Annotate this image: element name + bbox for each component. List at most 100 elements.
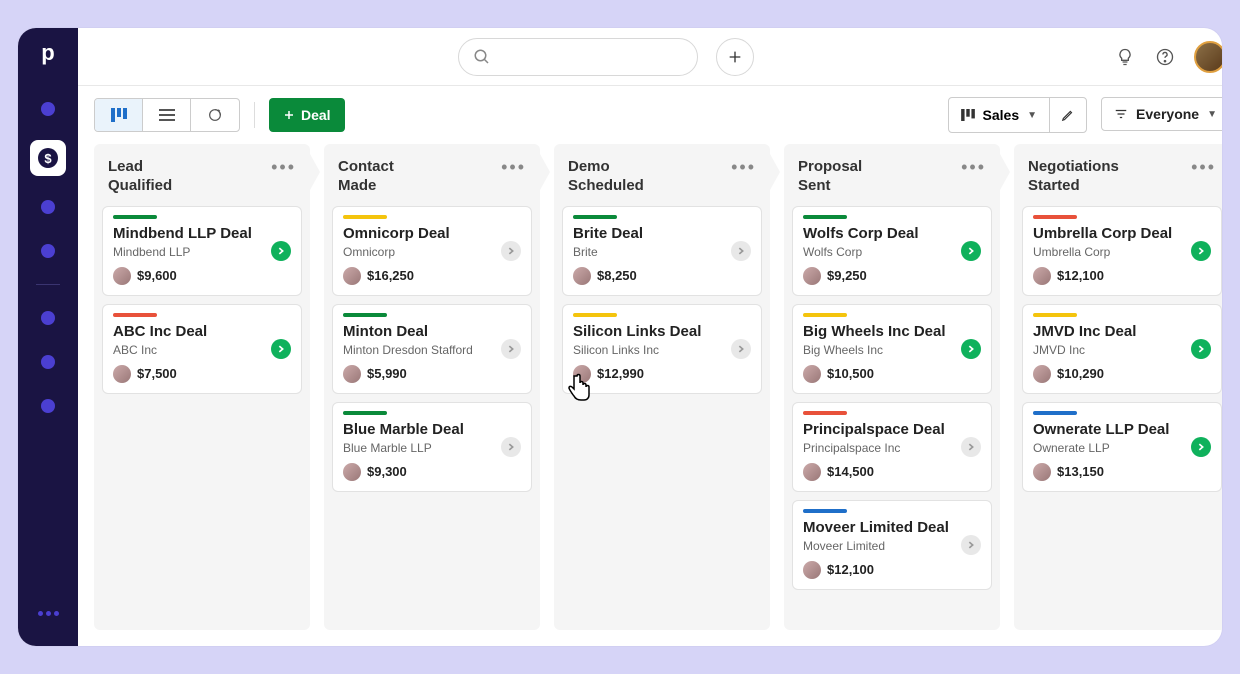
deal-card[interactable]: Minton DealMinton Dresdon Stafford$5,990 — [332, 304, 532, 394]
edit-pipeline-button[interactable] — [1050, 98, 1086, 132]
nav-item-deals[interactable]: $ — [30, 140, 66, 176]
nav-item-3[interactable] — [41, 200, 55, 214]
kanban-column: LeadQualified•••Mindbend LLP DealMindben… — [94, 144, 310, 630]
user-avatar[interactable] — [1194, 41, 1222, 73]
column-menu-button[interactable]: ••• — [731, 158, 756, 176]
card-footer: $12,100 — [803, 561, 981, 579]
card-next-icon[interactable] — [501, 241, 521, 261]
chevron-down-icon: ▼ — [1207, 109, 1217, 120]
card-title: ABC Inc Deal — [113, 323, 291, 341]
card-title: Ownerate LLP Deal — [1033, 421, 1211, 439]
search-input[interactable] — [458, 38, 698, 76]
card-next-icon[interactable] — [501, 339, 521, 359]
column-menu-button[interactable]: ••• — [961, 158, 986, 176]
deal-card[interactable]: Moveer Limited DealMoveer Limited$12,100 — [792, 500, 992, 590]
new-deal-button[interactable]: Deal — [269, 98, 345, 132]
list-view-button[interactable] — [143, 99, 191, 131]
deal-card[interactable]: Umbrella Corp DealUmbrella Corp$12,100 — [1022, 206, 1222, 296]
column-menu-button[interactable]: ••• — [501, 158, 526, 176]
toolbar-divider — [254, 102, 255, 128]
card-title: Wolfs Corp Deal — [803, 225, 981, 243]
deal-card[interactable]: Omnicorp DealOmnicorp$16,250 — [332, 206, 532, 296]
deal-card[interactable]: Brite DealBrite$8,250 — [562, 206, 762, 296]
column-menu-button[interactable]: ••• — [271, 158, 296, 176]
card-org: Ownerate LLP — [1033, 441, 1183, 455]
card-go-icon[interactable] — [961, 241, 981, 261]
nav-item-4[interactable] — [41, 244, 55, 258]
sidebar-separator — [36, 284, 60, 285]
deal-card[interactable]: Wolfs Corp DealWolfs Corp$9,250 — [792, 206, 992, 296]
card-org: Minton Dresdon Stafford — [343, 343, 493, 357]
list-icon — [159, 108, 175, 122]
filter-label: Everyone — [1136, 106, 1199, 122]
card-org: Principalspace Inc — [803, 441, 953, 455]
card-org: ABC Inc — [113, 343, 263, 357]
deal-card[interactable]: Silicon Links DealSilicon Links Inc$12,9… — [562, 304, 762, 394]
nav-item-7[interactable] — [41, 399, 55, 413]
card-go-icon[interactable] — [271, 241, 291, 261]
dollar-icon: $ — [38, 148, 58, 168]
deal-card[interactable]: Big Wheels Inc DealBig Wheels Inc$10,500 — [792, 304, 992, 394]
card-go-icon[interactable] — [1191, 437, 1211, 457]
card-footer: $8,250 — [573, 267, 751, 285]
column-menu-button[interactable]: ••• — [1191, 158, 1216, 176]
deal-card[interactable]: JMVD Inc DealJMVD Inc$10,290 — [1022, 304, 1222, 394]
column-header: DemoScheduled••• — [554, 144, 770, 206]
forecast-view-button[interactable] — [191, 99, 239, 131]
lightbulb-icon[interactable] — [1114, 46, 1136, 68]
owner-avatar — [1033, 267, 1051, 285]
toolbar-right: Sales ▼ Everyone ▼ — [948, 97, 1222, 133]
column-header: ContactMade••• — [324, 144, 540, 206]
column-title: ProposalSent — [798, 158, 862, 196]
card-org: Mindbend LLP — [113, 245, 263, 259]
column-cards: Umbrella Corp DealUmbrella Corp$12,100JM… — [1014, 206, 1222, 500]
search-area — [458, 38, 754, 76]
deal-card[interactable]: ABC Inc DealABC Inc$7,500 — [102, 304, 302, 394]
deal-card[interactable]: Principalspace DealPrincipalspace Inc$14… — [792, 402, 992, 492]
filter-selector[interactable]: Everyone ▼ — [1101, 97, 1222, 131]
nav-item-1[interactable] — [41, 102, 55, 116]
card-stripe — [343, 215, 387, 219]
kanban-view-button[interactable] — [95, 99, 143, 131]
card-stripe — [1033, 313, 1077, 317]
card-go-icon[interactable] — [1191, 241, 1211, 261]
toolbar: Deal Sales ▼ Everyone ▼ — [78, 86, 1222, 144]
card-go-icon[interactable] — [961, 339, 981, 359]
card-next-icon[interactable] — [961, 535, 981, 555]
app-window: p $ — [18, 28, 1222, 646]
deal-card[interactable]: Mindbend LLP DealMindbend LLP$9,600 — [102, 206, 302, 296]
card-next-icon[interactable] — [731, 241, 751, 261]
kanban-column: NegotiationsStarted ••• Umbrella Corp Deal… — [1014, 144, 1222, 630]
card-next-icon[interactable] — [501, 437, 521, 457]
nav-item-5[interactable] — [41, 311, 55, 325]
topbar — [78, 28, 1222, 86]
help-icon[interactable] — [1154, 46, 1176, 68]
deal-card[interactable]: Ownerate LLP Deal Ownerate LLP $13,150 — [1022, 402, 1222, 492]
card-go-icon[interactable] — [1191, 339, 1211, 359]
column-title: NegotiationsStarted — [1028, 158, 1119, 196]
card-amount: $13,150 — [1057, 464, 1104, 479]
card-next-icon[interactable] — [961, 437, 981, 457]
card-go-icon[interactable] — [271, 339, 291, 359]
topbar-right — [1114, 41, 1222, 73]
pipeline-selector[interactable]: Sales ▼ — [948, 97, 1088, 133]
card-next-icon[interactable] — [731, 339, 751, 359]
card-amount: $14,500 — [827, 464, 874, 479]
card-stripe — [343, 411, 387, 415]
add-button[interactable] — [716, 38, 754, 76]
column-cards: Brite DealBrite$8,250Silicon Links DealS… — [554, 206, 770, 402]
card-amount: $9,600 — [137, 268, 177, 283]
nav-more-icon[interactable] — [38, 611, 59, 616]
main-area: Deal Sales ▼ Everyone ▼ — [78, 28, 1222, 646]
kanban-icon — [111, 108, 127, 122]
plus-icon — [283, 109, 295, 121]
deal-card[interactable]: Blue Marble DealBlue Marble LLP$9,300 — [332, 402, 532, 492]
column-header: ProposalSent ••• — [784, 144, 1000, 206]
card-title: Silicon Links Deal — [573, 323, 751, 341]
kanban-icon — [961, 109, 975, 121]
nav-item-6[interactable] — [41, 355, 55, 369]
card-amount: $5,990 — [367, 366, 407, 381]
owner-avatar — [803, 561, 821, 579]
card-stripe — [113, 313, 157, 317]
new-deal-label: Deal — [301, 107, 331, 123]
